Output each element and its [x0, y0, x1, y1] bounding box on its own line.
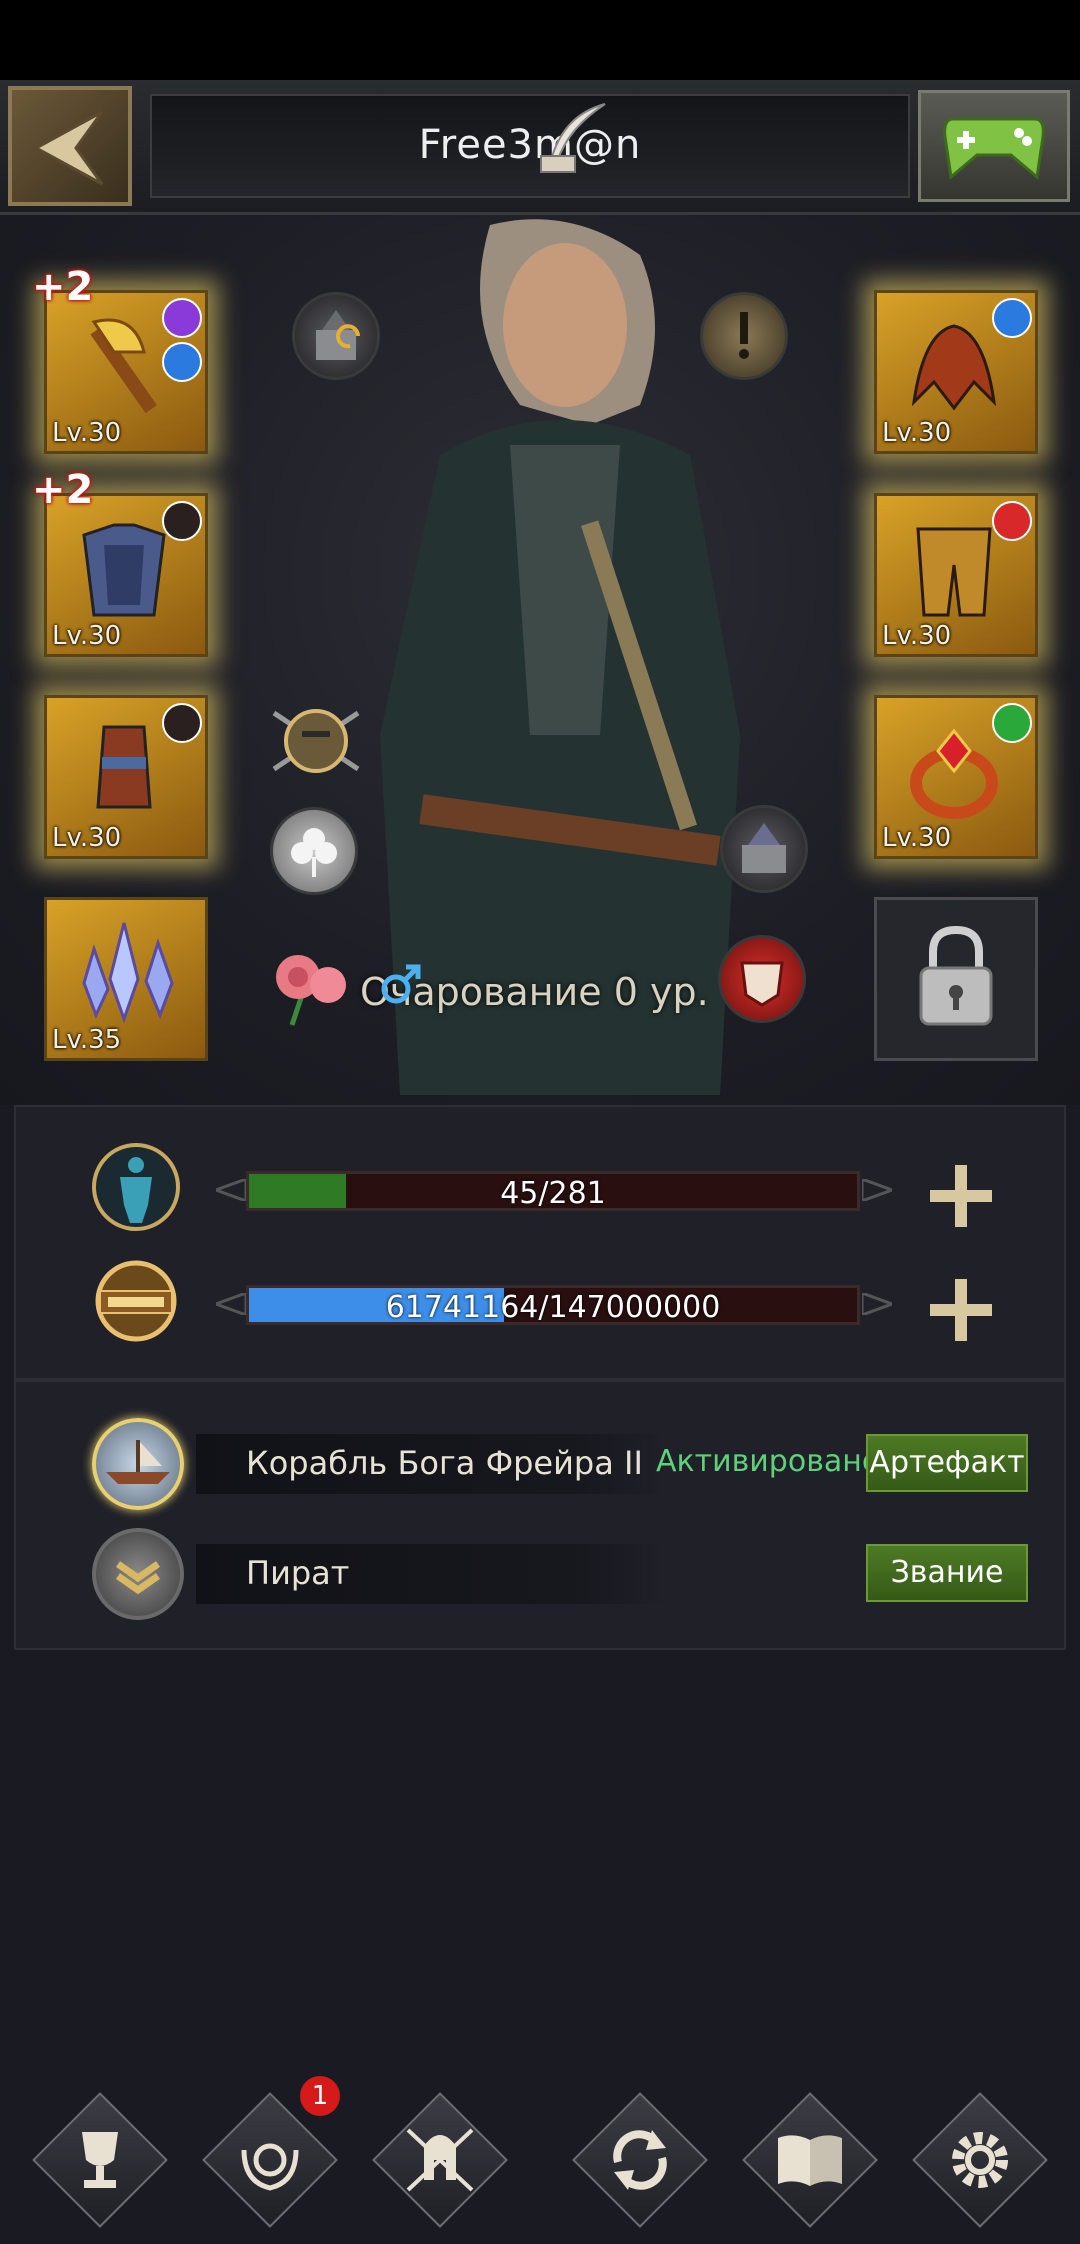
- equip-level: Lv.30: [882, 621, 952, 651]
- equip-level: Lv.30: [882, 823, 952, 853]
- equip-slot-weapon[interactable]: +2 Lv.30: [32, 264, 208, 454]
- bar-left-cap: [216, 1293, 246, 1315]
- building-button[interactable]: [720, 805, 808, 893]
- exp-value: 61741164/147000000: [385, 1290, 721, 1325]
- equip-slot-helmet[interactable]: Lv.30: [874, 290, 1038, 454]
- nav-settings[interactable]: [910, 2090, 1050, 2230]
- locked-slot[interactable]: [874, 897, 1038, 1061]
- crystal-icon: [82, 922, 174, 1024]
- beast-emblem-icon: [740, 961, 784, 1007]
- leg-armor-icon: [916, 527, 992, 617]
- header: Free3m@n: [0, 80, 1080, 215]
- gauntlet-icon: [96, 725, 152, 809]
- rank-button[interactable]: Звание: [866, 1544, 1028, 1602]
- equip-slot-ring[interactable]: Lv.30: [874, 695, 1038, 859]
- male-gender-icon: [381, 964, 421, 1004]
- info-button[interactable]: [700, 292, 788, 380]
- artifact-row: Корабль Бога Фрейра II Активировано Арте…: [16, 1414, 1064, 1514]
- golden-axe-icon: [90, 318, 157, 414]
- equip-level: Lv.35: [52, 1025, 122, 1055]
- nav-trophy[interactable]: [30, 2090, 170, 2230]
- ring-icon: [910, 728, 998, 819]
- open-book-icon: [778, 2135, 842, 2186]
- hero-panel: +2 Lv.30 +2 Lv.30 Lv.30 Lv.35 Lv.30 Lv.3…: [0, 215, 1080, 1105]
- exp-row: 61741164/147000000: [16, 1257, 1064, 1347]
- bar-right-cap: [862, 1179, 892, 1201]
- equip-level: Lv.30: [52, 621, 122, 651]
- blue-gem-icon: [162, 342, 202, 382]
- notification-badge: 1: [300, 2076, 340, 2116]
- upgrade-bonus: +2: [32, 264, 94, 310]
- exclamation-icon: [739, 312, 749, 359]
- game-controller-button[interactable]: [918, 90, 1070, 202]
- helmet-icon: [911, 324, 997, 411]
- equip-slot-legs[interactable]: Lv.30: [874, 493, 1038, 657]
- equip-level: Lv.30: [52, 418, 122, 448]
- purple-gem-icon: [162, 298, 202, 338]
- red-gem-icon: [992, 501, 1032, 541]
- rank-row: Пират Звание: [16, 1524, 1064, 1624]
- stamina-bar: 45/281: [246, 1171, 860, 1211]
- clover-button[interactable]: [270, 807, 358, 895]
- guild-emblem-button[interactable]: [718, 935, 806, 1023]
- bar-right-cap: [862, 1293, 892, 1315]
- equip-slot-gloves[interactable]: Lv.30: [44, 695, 208, 859]
- clover-icon: [291, 828, 337, 877]
- equip-slot-armor[interactable]: +2 Lv.30: [32, 467, 208, 657]
- castle-button[interactable]: [292, 292, 380, 380]
- rank-name: Пират: [246, 1554, 350, 1592]
- empty-gem-socket-icon: [162, 501, 202, 541]
- game-controller-icon: [943, 117, 1045, 180]
- gear-icon: [952, 2132, 1008, 2188]
- stats-panel: 45/281 61741164/147000000: [14, 1105, 1066, 1380]
- exp-bar: 61741164/147000000: [246, 1285, 860, 1325]
- stamina-icon: [92, 1143, 180, 1231]
- green-gem-icon: [992, 703, 1032, 743]
- player-name: Free3m@n: [418, 122, 642, 168]
- spartan-helmet-icon: [406, 2128, 474, 2192]
- trophy-icon: [82, 2132, 118, 2188]
- upgrade-bonus: +2: [32, 467, 94, 513]
- artifact-name: Корабль Бога Фрейра II: [246, 1444, 643, 1482]
- bar-left-cap: [216, 1179, 246, 1201]
- stamina-row: 45/281: [16, 1143, 1064, 1233]
- helmet-emblem-icon: [272, 709, 360, 773]
- artifact-button[interactable]: Артефакт: [866, 1434, 1028, 1492]
- back-button[interactable]: [8, 86, 132, 206]
- bottom-navigation: [0, 2080, 1080, 2244]
- artifact-status: Активировано: [656, 1444, 881, 1479]
- add-exp-button[interactable]: [926, 1275, 996, 1345]
- blue-gem-icon: [992, 298, 1032, 338]
- nav-warrior[interactable]: [370, 2090, 510, 2230]
- helmet-emblem-button[interactable]: [268, 693, 360, 781]
- plus-icon: [930, 1279, 992, 1341]
- rank-chevron-icon[interactable]: [92, 1528, 184, 1620]
- nav-switch-account[interactable]: [570, 2090, 710, 2230]
- player-name-plate: Free3m@n: [150, 94, 910, 198]
- padlock-icon: [919, 925, 993, 1026]
- empty-gem-socket-icon: [162, 703, 202, 743]
- ship-artifact-icon[interactable]: [92, 1418, 184, 1510]
- castle-icon: [316, 310, 360, 360]
- equip-level: Lv.30: [882, 418, 952, 448]
- equip-level: Lv.30: [52, 823, 122, 853]
- add-stamina-button[interactable]: [926, 1161, 996, 1231]
- plus-icon: [930, 1165, 992, 1227]
- armor-icon: [82, 523, 166, 617]
- exp-icon: [92, 1257, 180, 1345]
- building-icon: [742, 823, 786, 873]
- status-bar: [0, 0, 1080, 80]
- refresh-arrows-icon: [613, 2130, 667, 2190]
- equip-slot-crystal[interactable]: Lv.35: [44, 897, 208, 1061]
- laurel-medal-icon: [241, 2143, 299, 2191]
- rose-icon[interactable]: [262, 935, 358, 1031]
- titles-panel: Корабль Бога Фрейра II Активировано Арте…: [14, 1380, 1066, 1650]
- stamina-value: 45/281: [500, 1176, 606, 1211]
- quill-edit-icon[interactable]: [535, 98, 615, 178]
- nav-book[interactable]: [740, 2090, 880, 2230]
- back-arrow-icon: [32, 110, 104, 186]
